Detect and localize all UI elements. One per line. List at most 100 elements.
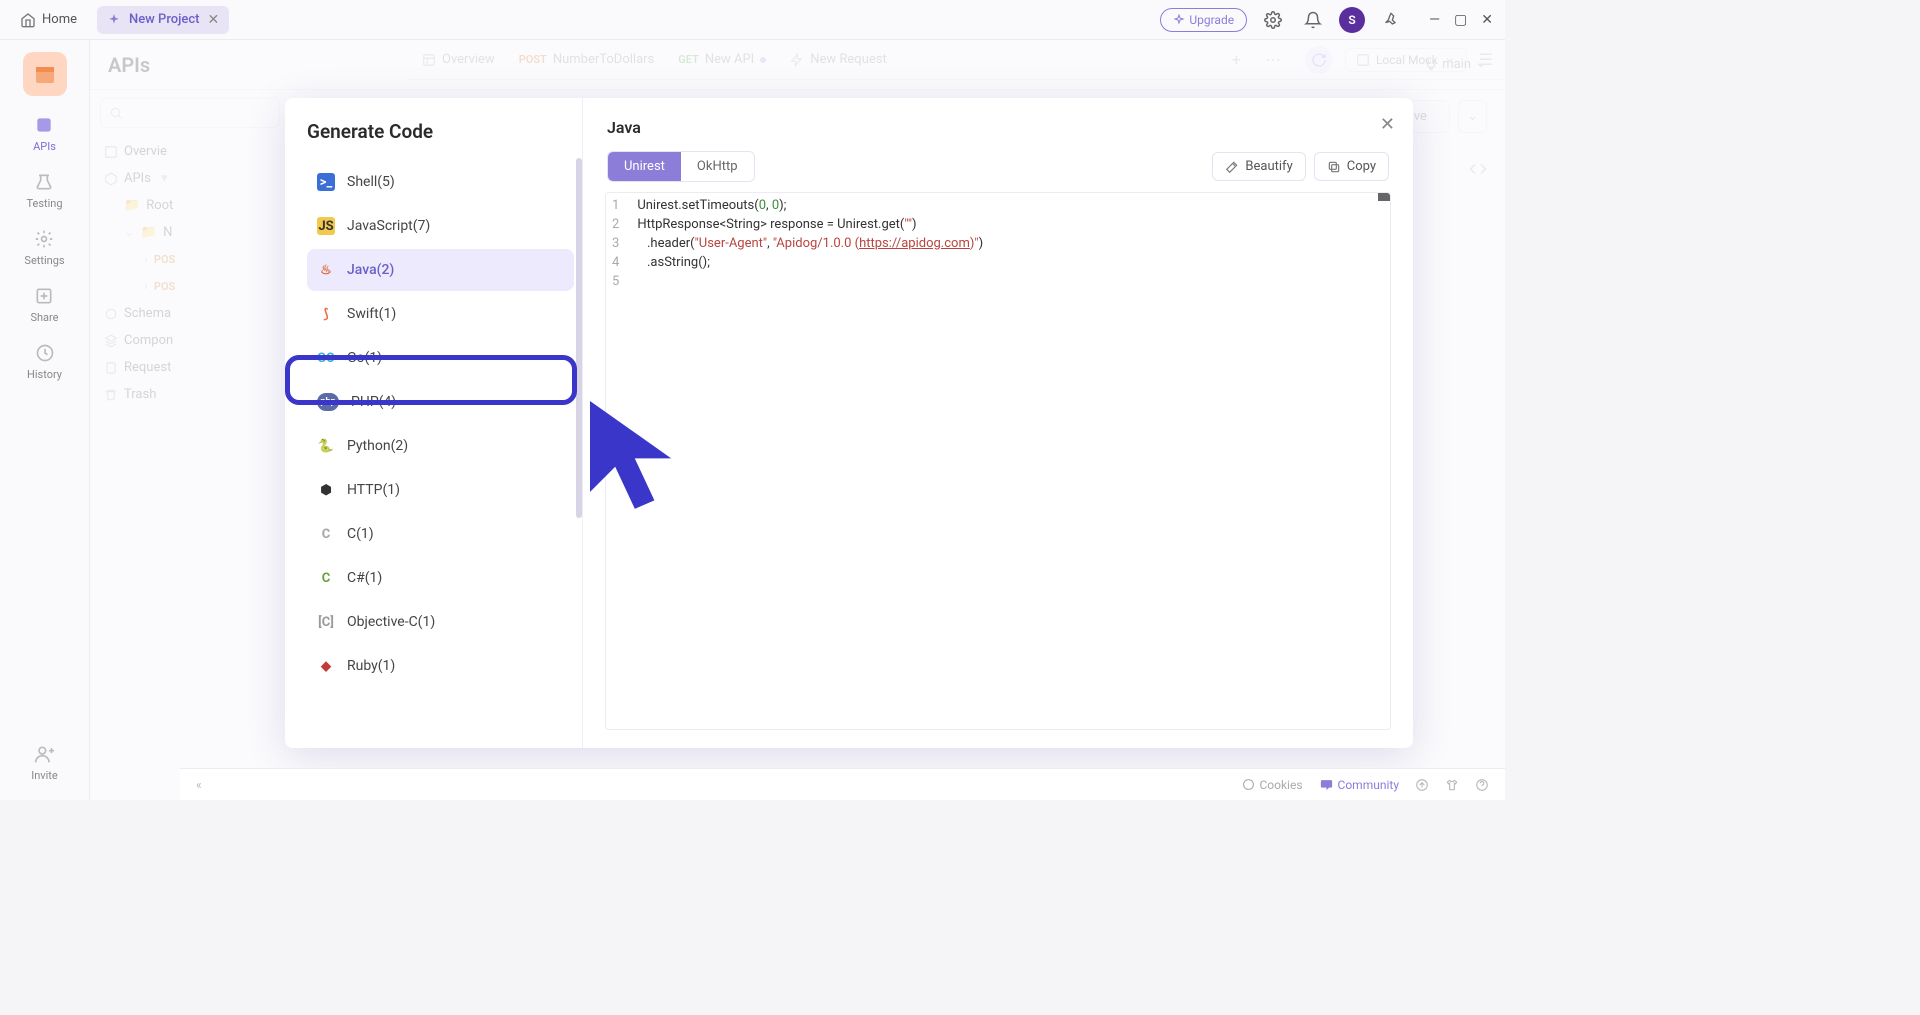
modal-title: Generate Code <box>307 120 582 143</box>
upload-icon <box>1415 778 1429 792</box>
lang-javascript[interactable]: JSJavaScript(7) <box>307 205 574 247</box>
history-icon <box>35 343 55 363</box>
nav-label: Share <box>30 311 58 324</box>
nav-invite[interactable]: Invite <box>31 743 58 782</box>
nav-label: Invite <box>31 769 58 782</box>
http-icon: ⬢ <box>317 481 335 499</box>
lang-http[interactable]: ⬢HTTP(1) <box>307 469 574 511</box>
settings-button[interactable] <box>1259 6 1287 34</box>
share-icon <box>34 286 54 306</box>
avatar[interactable]: S <box>1339 7 1365 33</box>
code-panel: ✕ Java Unirest OkHttp Beautify Copy <box>583 98 1413 748</box>
cookies-link[interactable]: Cookies <box>1242 778 1302 792</box>
c-icon: C <box>317 525 335 543</box>
window-controls: — ▢ ✕ <box>1429 12 1493 28</box>
close-modal-button[interactable]: ✕ <box>1380 114 1395 135</box>
content-area: APIs main Overview POST NumberToDollars … <box>90 40 1505 800</box>
nav-apis[interactable]: APIs <box>33 114 56 153</box>
nav-settings[interactable]: Settings <box>24 228 64 267</box>
code-toolbar: Unirest OkHttp Beautify Copy <box>583 151 1413 182</box>
objective-c-icon: [C] <box>317 613 335 631</box>
php-icon: php <box>317 393 339 411</box>
maximize-button[interactable]: ▢ <box>1454 12 1467 28</box>
home-button[interactable]: Home <box>12 8 85 32</box>
line-gutter: 1 2 3 4 5 <box>606 193 629 729</box>
app-logo[interactable] <box>23 52 67 96</box>
lang-csharp[interactable]: CC#(1) <box>307 557 574 599</box>
lang-swift[interactable]: ⟆Swift(1) <box>307 293 574 335</box>
lang-go[interactable]: GOGo(1) <box>307 337 574 379</box>
code-editor[interactable]: 1 2 3 4 5 Unirest.setTimeouts(0, 0); Htt… <box>605 192 1391 730</box>
scrollbar[interactable] <box>576 158 582 718</box>
lang-c[interactable]: CC(1) <box>307 513 574 555</box>
invite-icon <box>34 744 54 764</box>
apparel-button[interactable] <box>1445 778 1459 792</box>
close-tab-icon[interactable]: ✕ <box>208 12 220 28</box>
apis-icon <box>34 115 54 135</box>
go-icon: GO <box>317 349 335 367</box>
help-button[interactable] <box>1475 778 1489 792</box>
shell-icon: >_ <box>317 173 335 191</box>
python-icon: 🐍 <box>317 437 335 455</box>
cookie-icon <box>1242 778 1255 791</box>
nav-label: History <box>27 368 62 381</box>
upload-button[interactable] <box>1415 778 1429 792</box>
beautify-button[interactable]: Beautify <box>1212 152 1305 181</box>
project-tab[interactable]: New Project ✕ <box>97 6 229 34</box>
project-tab-label: New Project <box>129 12 200 27</box>
javascript-icon: JS <box>317 217 335 235</box>
upgrade-label: Upgrade <box>1189 13 1234 27</box>
lang-shell[interactable]: >_Shell(5) <box>307 161 574 203</box>
calendar-icon <box>33 62 57 86</box>
lang-php[interactable]: phpPHP(4) <box>307 381 574 423</box>
selected-language-title: Java <box>583 98 1413 151</box>
lang-ruby[interactable]: ◆Ruby(1) <box>307 645 574 687</box>
home-icon <box>20 12 36 28</box>
help-icon <box>1475 778 1489 792</box>
language-list: >_Shell(5) JSJavaScript(7) ♨Java(2) ⟆Swi… <box>307 161 582 689</box>
testing-icon <box>34 172 54 192</box>
nav-label: Settings <box>24 254 64 267</box>
copy-button[interactable]: Copy <box>1314 152 1389 181</box>
nav-label: APIs <box>33 140 56 153</box>
community-link[interactable]: Community <box>1319 777 1399 792</box>
shirt-icon <box>1445 778 1459 792</box>
settings-icon <box>34 229 54 249</box>
home-label: Home <box>42 12 77 27</box>
variant-unirest[interactable]: Unirest <box>608 152 681 181</box>
gear-icon <box>1264 11 1282 29</box>
discord-icon <box>1319 777 1334 792</box>
csharp-icon: C <box>317 569 335 587</box>
nav-label: Testing <box>26 197 62 210</box>
nav-history[interactable]: History <box>27 342 62 381</box>
bell-icon <box>1304 11 1322 29</box>
close-button[interactable]: ✕ <box>1481 12 1493 28</box>
lang-java[interactable]: ♨Java(2) <box>307 249 574 291</box>
collapse-sidebar-button[interactable]: « <box>196 778 202 792</box>
notifications-button[interactable] <box>1299 6 1327 34</box>
nav-testing[interactable]: Testing <box>26 171 62 210</box>
language-panel: Generate Code >_Shell(5) JSJavaScript(7)… <box>285 98 583 748</box>
swift-icon: ⟆ <box>317 305 335 323</box>
minimize-button[interactable]: — <box>1429 12 1440 28</box>
nav-share[interactable]: Share <box>30 285 58 324</box>
left-rail: APIs Testing Settings Share History Invi… <box>0 40 90 800</box>
statusbar: « Cookies Community <box>180 768 1505 800</box>
lang-python[interactable]: 🐍Python(2) <box>307 425 574 467</box>
pin-icon <box>1383 12 1399 28</box>
pin-button[interactable] <box>1377 6 1405 34</box>
sparkle-icon <box>1173 14 1185 26</box>
wand-icon <box>1225 160 1239 174</box>
variant-okhttp[interactable]: OkHttp <box>681 152 754 181</box>
minimap-indicator <box>1378 193 1390 201</box>
variant-tabs: Unirest OkHttp <box>607 151 755 182</box>
generate-code-modal: Generate Code >_Shell(5) JSJavaScript(7)… <box>285 98 1413 748</box>
copy-icon <box>1327 160 1341 174</box>
upgrade-button[interactable]: Upgrade <box>1160 8 1247 32</box>
lang-objective-c[interactable]: [C]Objective-C(1) <box>307 601 574 643</box>
ruby-icon: ◆ <box>317 657 335 675</box>
sparkle-icon <box>107 13 121 27</box>
code-content: Unirest.setTimeouts(0, 0); HttpResponse<… <box>629 193 991 729</box>
java-icon: ♨ <box>317 261 335 279</box>
titlebar: Home New Project ✕ Upgrade S — ▢ ✕ <box>0 0 1505 40</box>
